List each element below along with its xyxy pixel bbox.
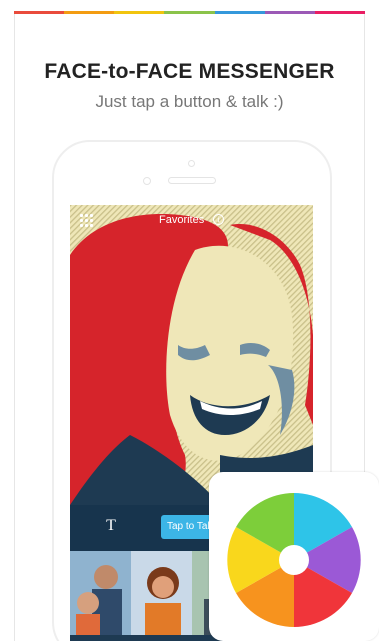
phone-camera [188,160,195,167]
grid-menu-icon[interactable] [80,214,93,227]
beach-ball-icon [227,493,361,627]
phone-sensor [143,177,151,185]
page-subtitle: Just tap a button & talk :) [95,92,284,111]
page-title: FACE-to-FACE MESSENGER [44,60,335,83]
text-message-button[interactable]: T [103,517,119,535]
info-icon[interactable]: i [213,214,224,225]
favorites-label[interactable]: Favorites [159,214,204,226]
contact-thumbnail[interactable] [70,551,131,635]
top-color-stripe [14,11,365,14]
phone-speaker [168,177,216,184]
contact-thumbnail[interactable] [130,551,192,635]
